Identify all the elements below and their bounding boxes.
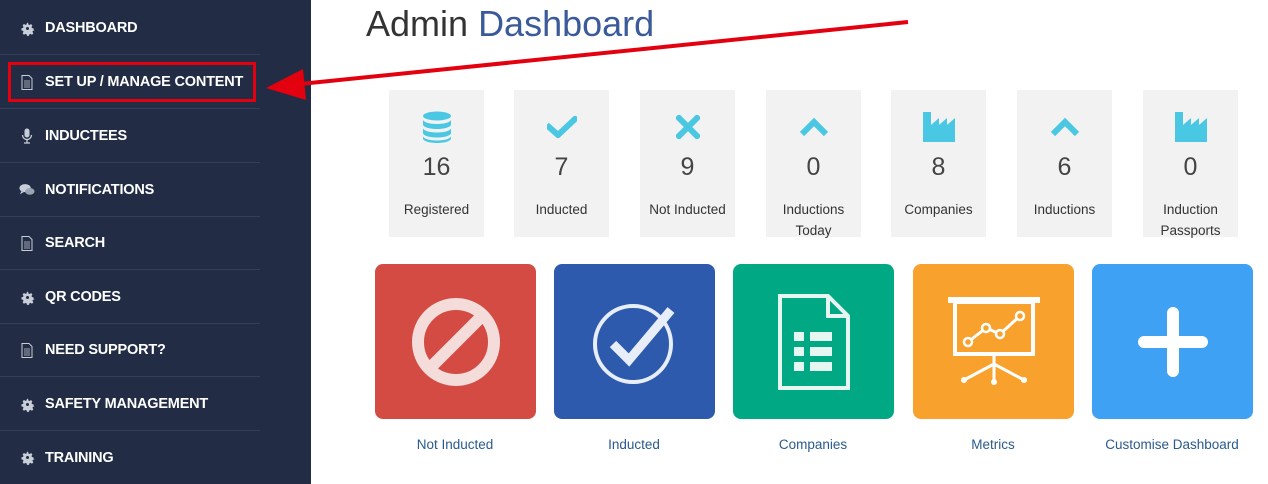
stat-card-induction-passports: 0 Induction Passports <box>1143 90 1238 238</box>
factory-icon <box>1143 110 1238 144</box>
presentation-chart-icon <box>947 296 1040 385</box>
gear-icon <box>19 396 35 412</box>
tile-metrics[interactable] <box>913 264 1074 419</box>
tile-label-companies[interactable]: Companies <box>723 437 903 452</box>
page-title-part2: Dashboard <box>478 3 655 44</box>
sidebar-item-inductees[interactable]: INDUCTEES <box>0 110 260 163</box>
tile-inducted[interactable] <box>554 264 715 419</box>
sidebar: DASHBOARD SET UP / MANAGE CONTENT INDUCT… <box>0 0 311 484</box>
stat-label: Companies <box>904 202 973 217</box>
sidebar-item-qr-codes[interactable]: QR CODES <box>0 271 260 324</box>
sidebar-item-label: SEARCH <box>45 235 106 251</box>
sidebar-item-label: DASHBOARD <box>45 20 138 36</box>
sidebar-item-label: SET UP / MANAGE CONTENT <box>45 74 244 90</box>
tile-not-inducted[interactable] <box>375 264 536 419</box>
stat-value: 0 <box>1183 153 1198 181</box>
sidebar-item-search[interactable]: SEARCH <box>0 217 260 270</box>
tile-customise-dashboard[interactable] <box>1092 264 1253 419</box>
gear-icon <box>19 20 35 36</box>
stat-label: Not Inducted <box>649 202 726 217</box>
chevron-up-icon <box>766 110 861 144</box>
page-title: Admin Dashboard <box>366 3 654 45</box>
database-icon <box>389 110 484 144</box>
chat-icon <box>19 182 35 198</box>
chevron-up-icon <box>1017 110 1112 144</box>
sidebar-item-safety-management[interactable]: SAFETY MANAGEMENT <box>0 378 260 431</box>
sidebar-item-label: INDUCTEES <box>45 128 127 144</box>
stat-value: 8 <box>931 153 946 181</box>
tile-label-not-inducted[interactable]: Not Inducted <box>365 437 545 452</box>
x-icon <box>640 110 735 144</box>
check-icon <box>514 110 609 144</box>
stat-card-companies: 8 Companies <box>891 90 986 237</box>
document-icon <box>19 342 35 358</box>
tile-label-inducted[interactable]: Inducted <box>544 437 724 452</box>
sidebar-item-need-support[interactable]: NEED SUPPORT? <box>0 324 260 377</box>
stat-value: 0 <box>806 153 821 181</box>
tile-label-customise-dashboard[interactable]: Customise Dashboard <box>1082 437 1262 452</box>
stat-card-inductions: 6 Inductions <box>1017 90 1112 237</box>
document-icon <box>19 235 35 251</box>
document-list-icon <box>777 293 850 390</box>
prohibited-icon <box>411 297 500 386</box>
tile-companies[interactable] <box>733 264 894 419</box>
microphone-icon <box>19 128 35 144</box>
sidebar-item-setup-manage-content[interactable]: SET UP / MANAGE CONTENT <box>0 56 260 109</box>
stat-card-registered: 16 Registered <box>389 90 484 237</box>
tile-label-metrics[interactable]: Metrics <box>903 437 1083 452</box>
stat-label: Registered <box>403 202 470 217</box>
app-root: DASHBOARD SET UP / MANAGE CONTENT INDUCT… <box>0 0 1268 484</box>
sidebar-item-dashboard[interactable]: DASHBOARD <box>0 2 260 55</box>
sidebar-item-label: NOTIFICATIONS <box>45 182 155 198</box>
sidebar-item-label: QR CODES <box>45 289 121 305</box>
stat-card-inductions-today: 0 Inductions Today <box>766 90 861 238</box>
stat-card-inducted: 7 Inducted <box>514 90 609 237</box>
stat-label: Induction Passports <box>1160 202 1221 238</box>
sidebar-item-training[interactable]: TRAINING <box>0 431 260 484</box>
sidebar-item-label: NEED SUPPORT? <box>45 342 166 358</box>
stat-card-not-inducted: 9 Not Inducted <box>640 90 735 237</box>
factory-icon <box>891 110 986 144</box>
stat-value: 6 <box>1057 153 1072 181</box>
stat-label: Inductions Today <box>782 202 845 238</box>
check-circle-icon <box>592 303 674 384</box>
sidebar-item-label: SAFETY MANAGEMENT <box>45 396 209 412</box>
stat-label: Inducted <box>535 202 588 217</box>
plus-icon <box>1137 306 1208 377</box>
stat-value: 7 <box>554 153 569 181</box>
document-icon <box>19 74 35 90</box>
sidebar-item-notifications[interactable]: NOTIFICATIONS <box>0 164 260 217</box>
stat-value: 9 <box>680 153 695 181</box>
sidebar-item-label: TRAINING <box>45 449 114 466</box>
stat-label: Inductions <box>1033 202 1096 217</box>
stat-value: 16 <box>422 153 451 181</box>
gear-icon <box>19 289 35 305</box>
page-title-part1: Admin <box>366 3 469 44</box>
gear-icon <box>19 450 35 466</box>
